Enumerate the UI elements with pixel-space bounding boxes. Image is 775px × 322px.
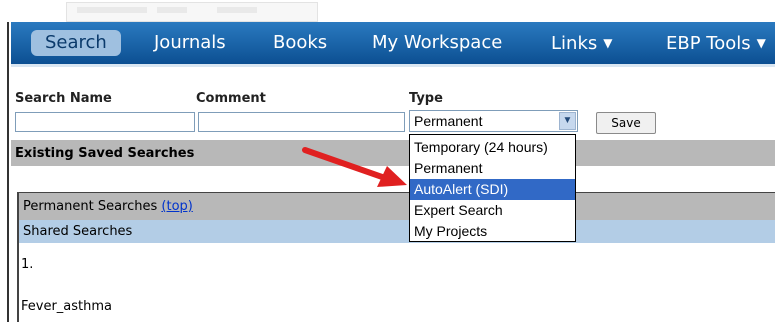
window-top-strip (0, 0, 775, 22)
annotation-arrow-icon (302, 147, 407, 187)
background-window-ghost (66, 2, 318, 22)
page-frame: Search Journals Books My Workspace Links… (7, 22, 775, 322)
